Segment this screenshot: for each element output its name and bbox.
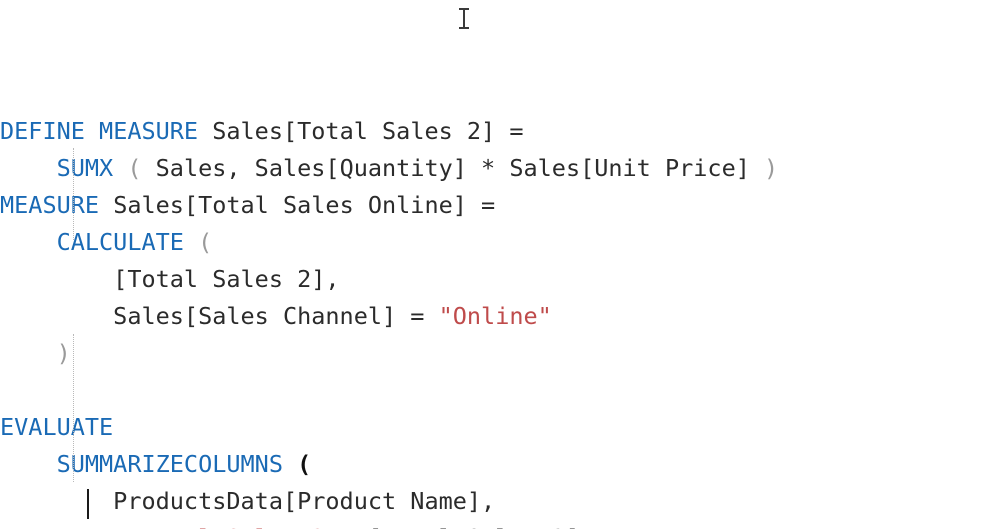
code-line[interactable]: MEASURE Sales[Total Sales Online] = [0, 187, 999, 224]
dax-code-editor[interactable]: DEFINE MEASURE Sales[Total Sales 2] = SU… [0, 0, 999, 529]
code-token-kw: MEASURE [99, 117, 199, 145]
code-surface[interactable]: DEFINE MEASURE Sales[Total Sales 2] = SU… [0, 0, 999, 529]
code-token-kw: EVALUATE [0, 413, 114, 441]
code-token-paren: ) [56, 339, 71, 367]
code-line[interactable]: SUMMARIZECOLUMNS ( [0, 446, 999, 483]
code-token-kw: MEASURE [0, 191, 100, 219]
code-token-str: "@Total Sales 2" [113, 524, 339, 529]
code-line[interactable]: ) [0, 335, 999, 372]
code-line[interactable]: ProductsData[Product Name], [0, 483, 999, 520]
code-token-plain: ProductsData[Product Name], [0, 487, 496, 515]
code-token-paren: ( [127, 154, 142, 182]
code-token-str: "Online" [438, 302, 552, 330]
code-line[interactable]: ​ [0, 372, 999, 409]
code-token-paren-hl: ( [297, 450, 312, 478]
code-token-plain: Sales, Sales[Quantity] * Sales[Unit Pric… [141, 154, 765, 182]
code-line[interactable]: Sales[Sales Channel] = "Online" [0, 298, 999, 335]
code-token-paren: ) [764, 154, 779, 182]
code-token-fn: CALCULATE [56, 228, 184, 256]
code-line[interactable]: "@Total Sales 2", [Total Sales 2], [0, 520, 999, 529]
code-token-plain: [Total Sales 2], [0, 265, 340, 293]
code-token-plain: Sales[Sales Channel] = [0, 302, 439, 330]
code-token-fn: SUMX [56, 154, 114, 182]
code-line[interactable]: DEFINE MEASURE Sales[Total Sales 2] = [0, 113, 999, 150]
code-line[interactable]: EVALUATE [0, 409, 999, 446]
code-token-fn: SUMMARIZECOLUMNS [56, 450, 283, 478]
code-token-plain: Sales[Total Sales 2] = [198, 117, 524, 145]
code-line[interactable]: SUMX ( Sales, Sales[Quantity] * Sales[Un… [0, 150, 999, 187]
code-token-kw: DEFINE [0, 117, 85, 145]
code-token-plain: Sales[Total Sales Online] = [99, 191, 496, 219]
code-token-plain: , [Total Sales 2], [340, 524, 595, 529]
code-line[interactable]: [Total Sales 2], [0, 261, 999, 298]
code-token-paren: ( [198, 228, 213, 256]
code-line[interactable]: CALCULATE ( [0, 224, 999, 261]
